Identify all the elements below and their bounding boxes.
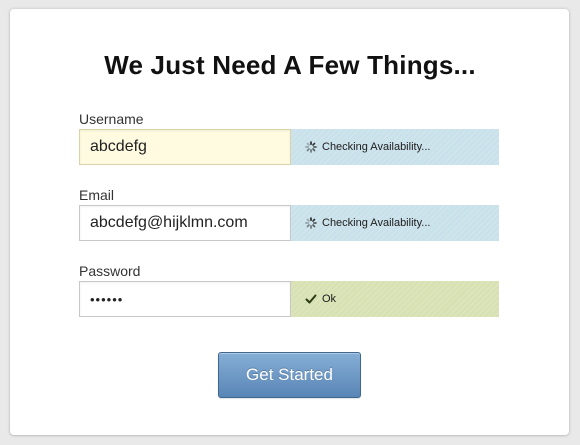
username-input[interactable] [79,129,291,165]
email-label: Email [79,187,115,203]
username-status-text: Checking Availability... [322,141,431,153]
email-row: Checking Availability... [79,205,499,241]
password-row: Ok [79,281,499,317]
email-input[interactable] [79,205,291,241]
spinner-icon [305,217,317,229]
password-label: Password [79,263,141,279]
password-status: Ok [291,281,499,317]
checkmark-icon [305,293,317,305]
password-input[interactable] [79,281,291,317]
form-title: We Just Need A Few Things... [104,50,476,80]
get-started-button[interactable]: Get Started [218,352,361,398]
password-status-text: Ok [322,293,337,305]
username-row: Checking Availability... [79,129,499,165]
spinner-icon [305,141,317,153]
email-status: Checking Availability... [291,205,499,241]
username-status: Checking Availability... [291,129,499,165]
username-label: Username [79,111,144,127]
email-status-text: Checking Availability... [322,217,431,229]
